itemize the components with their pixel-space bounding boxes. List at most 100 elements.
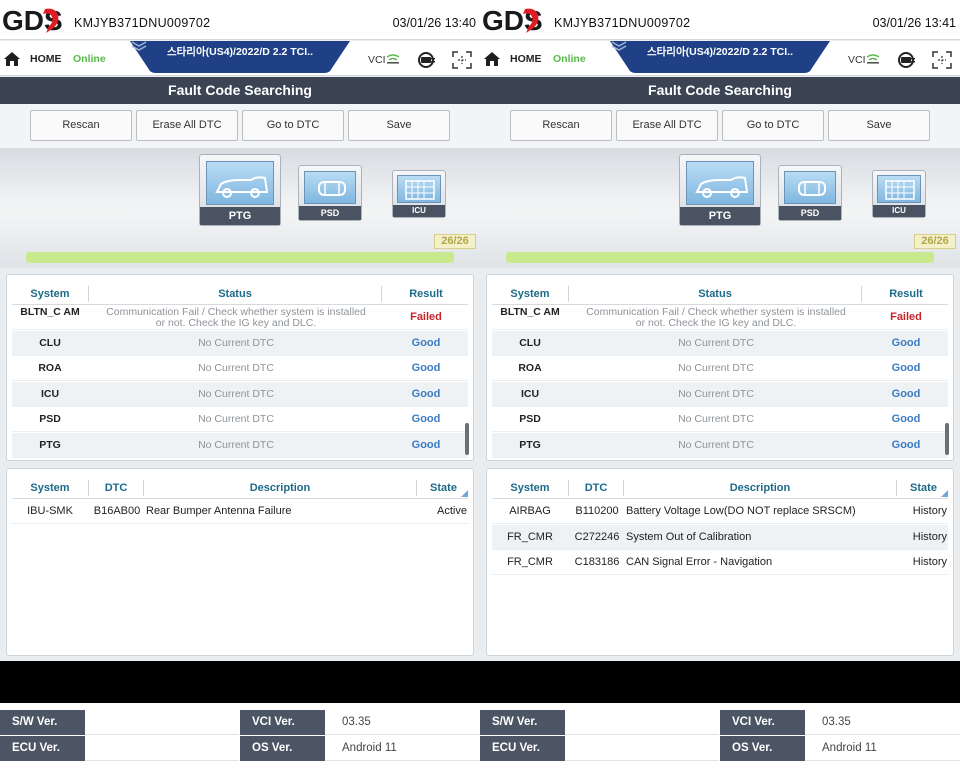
cell-description: CAN Signal Error - Navigation: [626, 556, 773, 568]
table-row[interactable]: BLTN_C AM Communication Fail / Check whet…: [492, 305, 948, 330]
erase-all-dtc-button[interactable]: Erase All DTC: [136, 110, 238, 141]
footer-row-2: ECU Ver. OS Ver. Android 11 ECU Ver. OS …: [0, 736, 960, 761]
cell-state: History: [912, 556, 947, 568]
cell-result: Good: [411, 336, 441, 349]
table-header: System Status Result: [492, 283, 948, 305]
cell-system: PSD: [519, 413, 541, 425]
col-dtc[interactable]: DTC: [569, 477, 623, 499]
module-card-icu[interactable]: ICU: [392, 170, 446, 218]
col-description[interactable]: Description: [144, 477, 416, 499]
module-label: ICU: [393, 205, 445, 217]
table-row[interactable]: ROA No Current DTC Good: [492, 356, 948, 381]
module-card-icu[interactable]: ICU: [872, 170, 926, 218]
cell-status: No Current DTC: [678, 413, 754, 425]
vehicle-selector[interactable]: 스타리아(US4)/2022/D 2.2 TCI..: [130, 41, 350, 73]
cell-system: IBU-SMK: [27, 505, 73, 517]
cell-result: Good: [411, 413, 441, 425]
sw-ver-value-2: [566, 710, 719, 735]
module-label: PSD: [299, 206, 361, 220]
col-description[interactable]: Description: [624, 477, 896, 499]
table-row[interactable]: IBU-SMK B16AB00 Rear Bumper Antenna Failur…: [12, 499, 468, 524]
cell-result: Good: [411, 387, 441, 400]
col-state[interactable]: State: [417, 477, 470, 499]
module-card-psd[interactable]: PSD: [298, 165, 362, 221]
os-ver-value-2: Android 11: [806, 736, 960, 761]
scrollbar[interactable]: [465, 423, 469, 455]
col-system[interactable]: System: [12, 477, 88, 499]
table-row[interactable]: ICU No Current DTC Good: [492, 381, 948, 407]
save-button[interactable]: Save: [348, 110, 450, 141]
col-system[interactable]: System: [12, 283, 88, 305]
cell-system: PTG: [519, 438, 541, 451]
cell-description: Rear Bumper Antenna Failure: [146, 505, 292, 517]
scan-count: 26/26: [914, 234, 956, 249]
col-result[interactable]: Result: [382, 283, 470, 305]
plug-icon[interactable]: [896, 51, 916, 69]
col-system[interactable]: System: [492, 283, 568, 305]
home-icon[interactable]: [3, 51, 21, 67]
cell-system: BLTN_C AM: [20, 306, 80, 318]
table-row[interactable]: ROA No Current DTC Good: [12, 356, 468, 381]
vehicle-selector[interactable]: 스타리아(US4)/2022/D 2.2 TCI..: [610, 41, 830, 73]
module-card-ptg[interactable]: PTG: [679, 154, 761, 226]
table-row[interactable]: PTG No Current DTC Good: [12, 432, 468, 458]
cell-status: No Current DTC: [678, 438, 754, 451]
col-status[interactable]: Status: [569, 283, 861, 305]
table-row[interactable]: PTG No Current DTC Good: [492, 432, 948, 458]
go-to-dtc-button[interactable]: Go to DTC: [242, 110, 344, 141]
cell-status: Communication Fail / Check whether syste…: [106, 306, 366, 329]
module-card-ptg[interactable]: PTG: [199, 154, 281, 226]
table-row[interactable]: AIRBAG B110200 Battery Voltage Low(DO NOT …: [492, 499, 948, 524]
home-icon[interactable]: [483, 51, 501, 67]
table-row[interactable]: CLU No Current DTC Good: [492, 330, 948, 356]
cell-system: PTG: [39, 438, 61, 451]
cell-system: ICU: [520, 387, 540, 400]
cell-system: ICU: [40, 387, 60, 400]
col-result[interactable]: Result: [862, 283, 950, 305]
ecu-ver-value: [86, 736, 239, 761]
expand-icon[interactable]: [452, 51, 472, 69]
col-state-label: State: [910, 482, 937, 494]
table-row[interactable]: CLU No Current DTC Good: [12, 330, 468, 356]
cell-system: AIRBAG: [509, 505, 551, 517]
version-footer: S/W Ver. VCI Ver. 03.35 S/W Ver. VCI Ver…: [0, 710, 960, 769]
table-row[interactable]: FR_CMR C183186 CAN Signal Error - Navigati…: [492, 550, 948, 575]
table-row[interactable]: PSD No Current DTC Good: [492, 407, 948, 432]
cell-system: FR_CMR: [507, 556, 553, 568]
table-row[interactable]: PSD No Current DTC Good: [12, 407, 468, 432]
col-system[interactable]: System: [492, 477, 568, 499]
page-title-bar: Fault Code Searching: [480, 77, 960, 104]
erase-all-dtc-button[interactable]: Erase All DTC: [616, 110, 718, 141]
go-to-dtc-button[interactable]: Go to DTC: [722, 110, 824, 141]
col-status[interactable]: Status: [89, 283, 381, 305]
cell-status: No Current DTC: [198, 387, 274, 400]
scan-progress-bar: [506, 252, 934, 263]
home-link[interactable]: HOME: [30, 53, 62, 65]
col-dtc[interactable]: DTC: [89, 477, 143, 499]
cell-dtc: C183186: [574, 556, 620, 568]
rescan-button[interactable]: Rescan: [30, 110, 132, 141]
cell-system: CLU: [39, 336, 61, 349]
gds-screen-left: GDS KMJYB371DNU009702 03/01/26 13:40 HOM…: [0, 0, 480, 661]
toolbar: Rescan Erase All DTC Go to DTC Save: [0, 104, 480, 148]
scan-progress-bar: [26, 252, 454, 263]
scrollbar[interactable]: [945, 423, 949, 455]
car-top-icon: [798, 181, 826, 196]
vci-ver-label: VCI Ver.: [240, 710, 325, 735]
save-button[interactable]: Save: [828, 110, 930, 141]
table-row[interactable]: BLTN_C AM Communication Fail / Check whet…: [12, 305, 468, 330]
module-card-psd[interactable]: PSD: [778, 165, 842, 221]
plug-icon[interactable]: [416, 51, 436, 69]
col-state[interactable]: State: [897, 477, 950, 499]
table-row[interactable]: FR_CMR C272246 System Out of Calibration Hi…: [492, 524, 948, 550]
expand-icon[interactable]: [932, 51, 952, 69]
cell-result: Good: [411, 438, 441, 451]
rescan-button[interactable]: Rescan: [510, 110, 612, 141]
dtc-table: System DTC Description State AIRBAG B1102…: [486, 468, 954, 656]
module-carousel: PTG PSD ICU 26/26: [480, 148, 960, 268]
toolbar: Rescan Erase All DTC Go to DTC Save: [480, 104, 960, 148]
car-icon: [695, 176, 749, 198]
table-row[interactable]: ICU No Current DTC Good: [12, 381, 468, 407]
home-link[interactable]: HOME: [510, 53, 542, 65]
vci-ver-value-2: 03.35: [806, 710, 960, 735]
